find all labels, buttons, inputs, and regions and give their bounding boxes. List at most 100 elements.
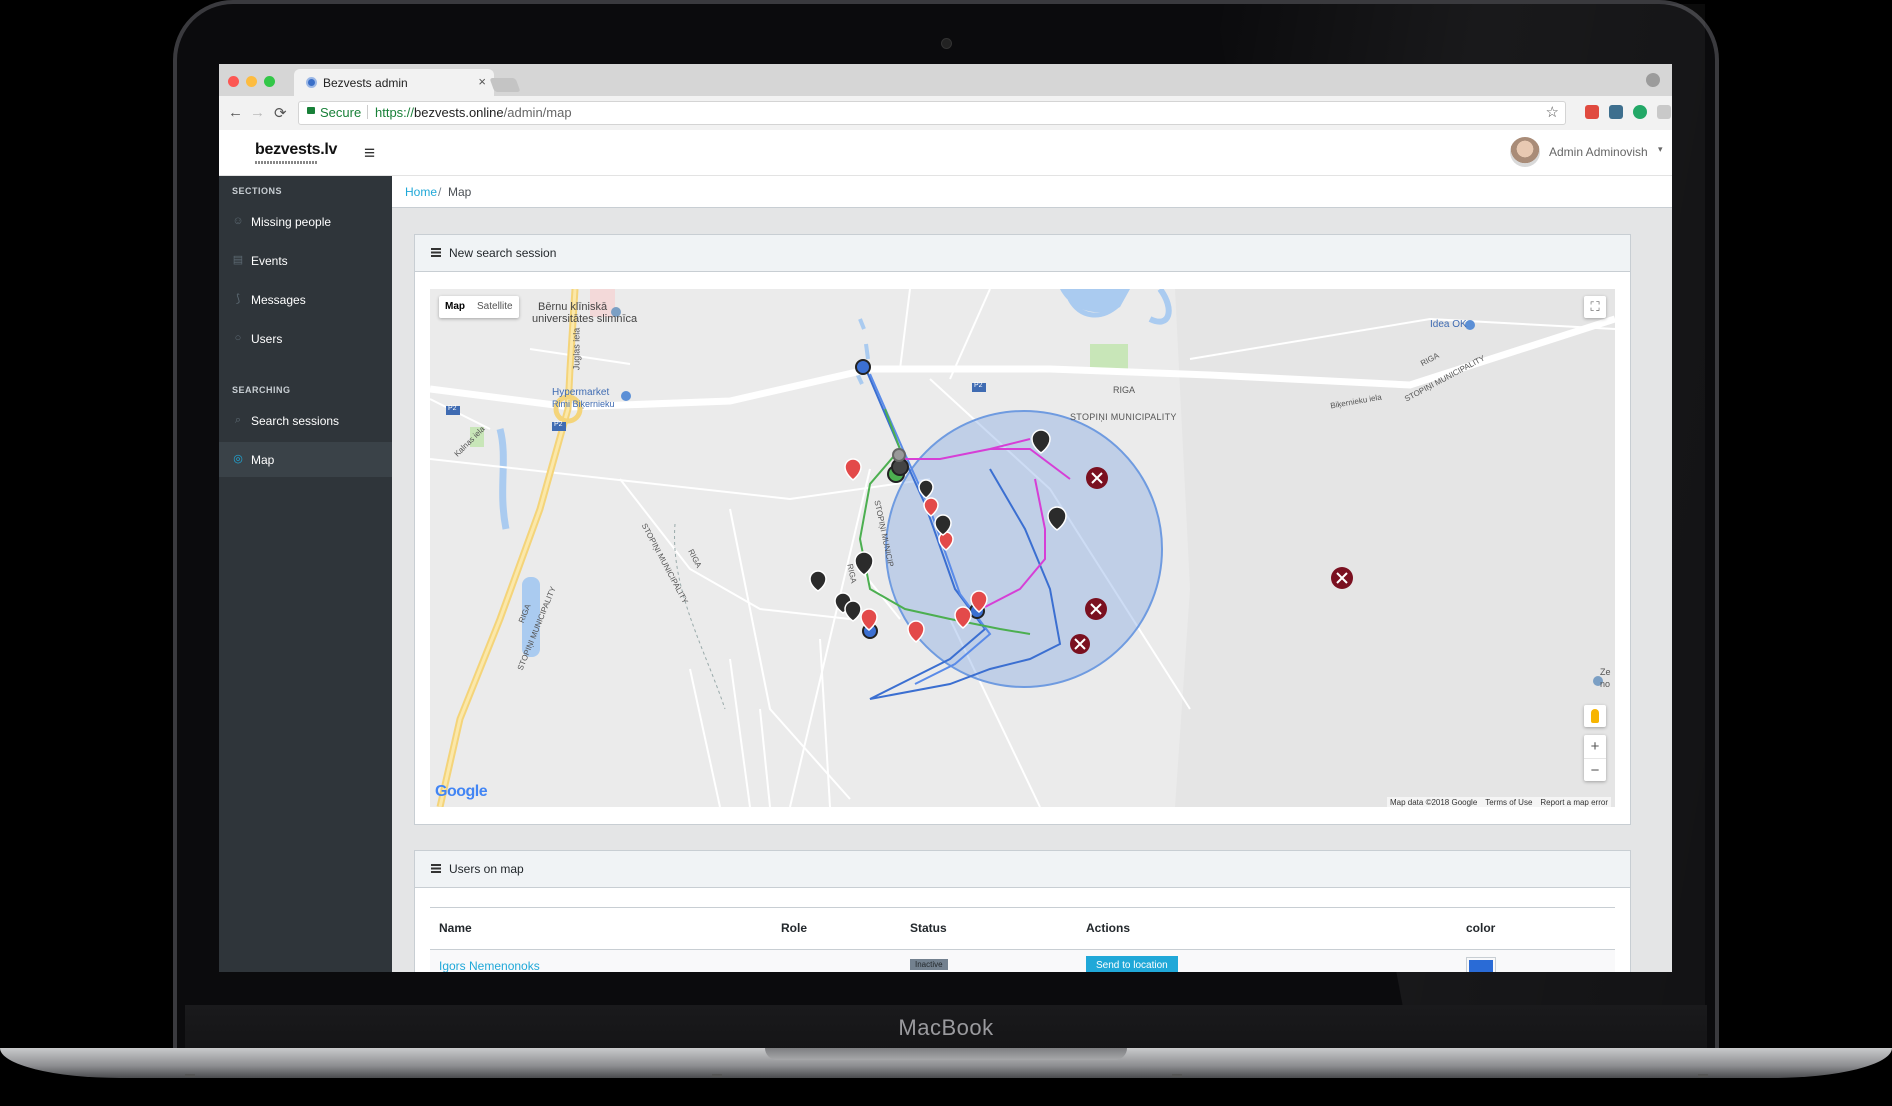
map-label: Juglas iela xyxy=(571,327,582,371)
location-marker[interactable] xyxy=(892,448,906,462)
map-label: Idea OK xyxy=(1430,319,1467,330)
extension-icon[interactable] xyxy=(1585,105,1599,119)
user-name[interactable]: Admin Adminovish xyxy=(1549,145,1648,159)
street-view-pegman-icon[interactable] xyxy=(1584,705,1606,727)
route-shield-label: P2 xyxy=(448,405,457,412)
map-card: New search session Bērnu klīniskā univer… xyxy=(414,234,1631,825)
card-header: Users on map xyxy=(415,851,1630,888)
location-marker[interactable] xyxy=(855,359,871,375)
column-header-color: color xyxy=(1466,921,1496,935)
report-map-error-link[interactable]: Report a map error xyxy=(1540,798,1608,807)
send-to-location-button[interactable]: Send to location xyxy=(1086,956,1178,972)
card-title: New search session xyxy=(449,246,557,260)
zoom-control: + − xyxy=(1584,735,1606,781)
poi-shop-icon[interactable] xyxy=(621,391,631,401)
url-input[interactable]: Secure https://bezvests.online/admin/map… xyxy=(298,101,1566,125)
maximize-window-button[interactable] xyxy=(264,76,275,87)
sidebar-item-events[interactable]: ▤ Events xyxy=(219,243,392,278)
close-window-button[interactable] xyxy=(228,76,239,87)
zoom-in-button[interactable]: + xyxy=(1584,735,1606,758)
status-badge: Inactive xyxy=(910,959,948,970)
minimize-window-button[interactable] xyxy=(246,76,257,87)
column-header-role: Role xyxy=(781,921,808,935)
user-icon: ☺ xyxy=(232,215,244,227)
lock-icon xyxy=(307,107,315,114)
hamburger-menu-icon[interactable]: ≡ xyxy=(364,143,375,165)
sidebar-item-search-sessions[interactable]: ⌕ Search sessions xyxy=(219,403,392,438)
search-icon: ⌕ xyxy=(234,414,242,426)
back-arrow-icon[interactable]: ← xyxy=(228,104,243,121)
sidebar-item-users[interactable]: ○ Users xyxy=(219,321,392,356)
map-label: STOPIŅI MUNICIPALITY xyxy=(1070,412,1177,422)
sidebar-item-label: Users xyxy=(251,332,283,346)
tab-close-icon[interactable]: × xyxy=(478,74,486,89)
map-type-map-button[interactable]: Map xyxy=(439,296,471,317)
card-title: Users on map xyxy=(449,862,524,876)
laptop-foot xyxy=(712,1074,722,1077)
column-header-actions: Actions xyxy=(1086,921,1131,935)
url-text: https://bezvests.online/admin/map xyxy=(375,105,572,120)
map-view[interactable]: Bērnu klīniskā universitātes slimnīca Hy… xyxy=(430,289,1615,807)
zoom-out-button[interactable]: − xyxy=(1584,758,1606,782)
rss-icon: ⟆ xyxy=(235,293,241,305)
sidebar-item-messages[interactable]: ⟆ Messages xyxy=(219,282,392,317)
terms-of-use-link[interactable]: Terms of Use xyxy=(1485,798,1532,807)
calendar-icon: ▤ xyxy=(232,254,244,266)
secure-label: Secure xyxy=(320,105,362,120)
screen: Bezvests admin × ← → ⟳ Secure https://be… xyxy=(219,64,1672,972)
google-logo-text: Google xyxy=(435,783,488,800)
map-type-control: Map Satellite xyxy=(439,296,519,318)
map-type-satellite-button[interactable]: Satellite xyxy=(471,296,519,317)
sidebar-item-label: Search sessions xyxy=(251,414,340,428)
sidebar-item-label: Map xyxy=(251,453,275,467)
chevron-down-icon[interactable]: ▾ xyxy=(1658,144,1663,155)
map-canvas[interactable] xyxy=(430,289,1615,807)
reload-icon[interactable]: ⟳ xyxy=(274,104,287,122)
sidebar-section-title: SECTIONS xyxy=(232,186,283,196)
laptop-foot xyxy=(1698,1074,1708,1077)
bookmark-star-icon[interactable]: ☆ xyxy=(1546,103,1559,121)
new-tab-button[interactable] xyxy=(489,78,521,92)
app-header: bezvests.lv ≡ Admin Adminovish ▾ xyxy=(219,130,1672,176)
avatar[interactable] xyxy=(1510,137,1540,167)
route-shield-label: P2 xyxy=(554,421,563,428)
laptop-foot xyxy=(185,1074,195,1077)
browser-tab-bar: Bezvests admin × xyxy=(219,64,1672,96)
tab-title: Bezvests admin xyxy=(323,76,408,90)
main-content: Home / Map New search session Bērnu klīn… xyxy=(392,176,1672,972)
browser-tab[interactable]: Bezvests admin × xyxy=(294,69,494,96)
sidebar-item-label: Missing people xyxy=(251,215,332,229)
map-data-credit: Map data ©2018 Google xyxy=(1389,798,1478,807)
extension-icon[interactable] xyxy=(1633,105,1647,119)
list-icon xyxy=(431,864,441,873)
users-icon: ○ xyxy=(234,332,242,344)
route-shield-label: P2 xyxy=(974,382,983,389)
address-bar: ← → ⟳ Secure https://bezvests.online/adm… xyxy=(219,96,1672,131)
extension-icon[interactable] xyxy=(1609,105,1623,119)
favicon-icon xyxy=(306,77,317,88)
sidebar-item-map[interactable]: ◎ Map xyxy=(219,442,392,477)
sidebar-item-missing-people[interactable]: ☺ Missing people xyxy=(219,204,392,239)
breadcrumb: Home / Map xyxy=(392,176,1672,208)
map-label: Hypermarket xyxy=(552,387,610,398)
breadcrumb-home-link[interactable]: Home xyxy=(405,185,437,199)
extension-icon[interactable] xyxy=(1657,105,1671,119)
omnibox-divider xyxy=(367,105,368,119)
profile-icon[interactable] xyxy=(1646,73,1660,87)
app-logo[interactable]: bezvests.lv xyxy=(255,141,337,159)
column-header-name: Name xyxy=(439,921,472,935)
search-radius-circle[interactable] xyxy=(885,410,1163,688)
laptop-notch xyxy=(765,1048,1127,1060)
sidebar-item-label: Messages xyxy=(251,293,306,307)
list-icon xyxy=(431,248,441,257)
sidebar-section-title: SEARCHING xyxy=(232,385,291,395)
map-label: Rimi Biķernieku xyxy=(552,399,615,409)
admin-app: bezvests.lv ≡ Admin Adminovish ▾ SECTION… xyxy=(219,130,1672,972)
breadcrumb-separator: / xyxy=(438,185,442,199)
color-swatch[interactable] xyxy=(1466,957,1496,972)
compass-icon: ◎ xyxy=(233,453,243,465)
webcam xyxy=(941,38,952,49)
fullscreen-icon[interactable]: ⛶ xyxy=(1584,296,1606,318)
user-name-link[interactable]: Igors Nemenonoks xyxy=(439,959,540,972)
forward-arrow-icon[interactable]: → xyxy=(250,104,265,121)
